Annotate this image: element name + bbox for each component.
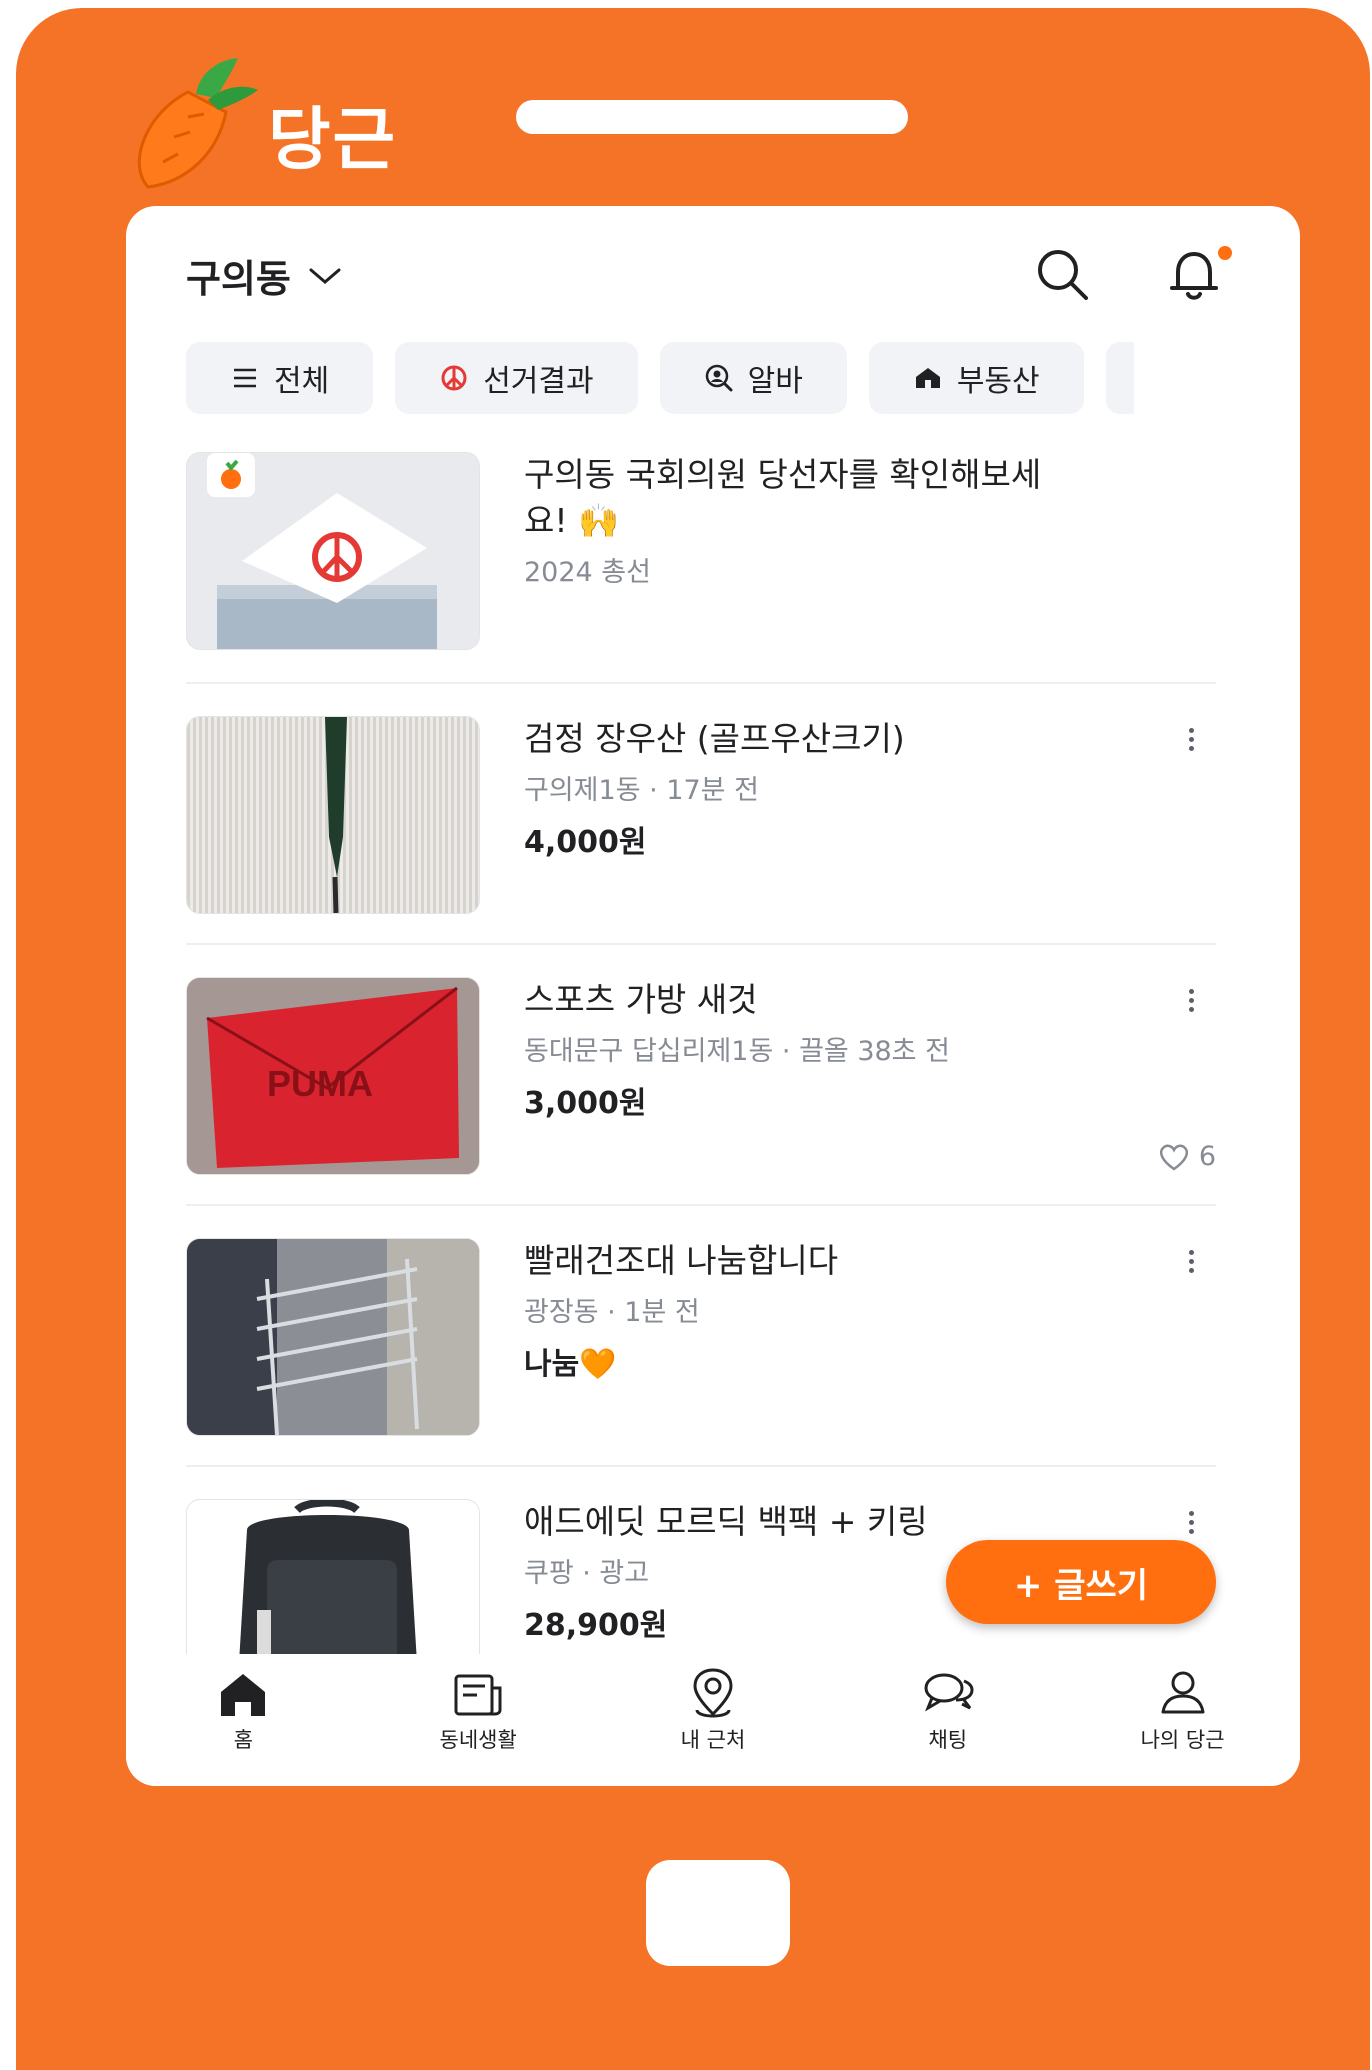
item-title: 스포츠 가방 새것 (524, 980, 758, 1019)
nav-item-chat[interactable]: 채팅 (830, 1654, 1065, 1786)
app-header: 구의동 (126, 206, 1300, 336)
nav-item-my-page[interactable]: 나의 당근 (1065, 1654, 1300, 1786)
write-post-button[interactable]: + 글쓰기 (946, 1540, 1216, 1624)
chip-label: 전체 (274, 364, 330, 399)
home-icon (221, 1674, 266, 1716)
item-thumbnail (186, 716, 480, 914)
drying-rack-image (187, 1239, 479, 1435)
chip-real-estate[interactable]: 부동산 (868, 342, 1084, 414)
chip-election[interactable]: 선거결과 (395, 342, 638, 414)
chip-label: 부동산 (956, 364, 1040, 399)
menu-icon (234, 368, 256, 388)
carrot-icon (137, 58, 258, 189)
app-screen: 구의동 전체 선거결과 알바 부동산 구의동 국회의원 당선자를 확인해보세요!… (126, 206, 1300, 1786)
sport-bag-image: PUMA (187, 978, 479, 1174)
item-thumbnail (186, 1238, 480, 1436)
location-pin-icon (693, 1668, 733, 1718)
search-icon[interactable] (1030, 242, 1094, 306)
item-price: 나눔🧡 (524, 1347, 617, 1382)
list-item[interactable]: PUMA 스포츠 가방 새것 동대문구 답십리제1동 · 끌올 38초 전 3,… (186, 945, 1216, 1206)
newspaper-icon (454, 1674, 502, 1716)
nav-label: 나의 당근 (1140, 1728, 1225, 1752)
list-item[interactable]: 빨래건조대 나눔합니다 광장동 · 1분 전 나눔🧡 (186, 1206, 1216, 1467)
like-count: 6 (1157, 1141, 1216, 1172)
speaker-slot (516, 100, 908, 134)
phone-frame: 당근 구의동 전체 선거결과 알바 부동산 구의동 국회의원 당선자를 확인해보… (16, 8, 1370, 2070)
item-meta: 동대문구 답십리제1동 · 끌올 38초 전 (524, 1036, 950, 1067)
svg-text:PUMA: PUMA (267, 1063, 373, 1104)
item-meta: 광장동 · 1분 전 (524, 1297, 700, 1328)
nav-label: 내 근처 (680, 1728, 746, 1752)
bottom-nav: 홈 동네생활 내 근처 채팅 나의 당근 (126, 1654, 1300, 1786)
bell-icon[interactable] (1162, 242, 1226, 306)
notification-dot (1218, 246, 1232, 260)
chip-more[interactable] (1105, 342, 1134, 414)
heart-icon (1159, 1144, 1188, 1171)
ballot-box-image (187, 453, 479, 649)
nav-label: 채팅 (928, 1728, 968, 1752)
nav-item-home[interactable]: 홈 (126, 1654, 361, 1786)
list-item[interactable]: 검정 장우산 (골프우산크기) 구의제1동 · 17분 전 4,000원 (186, 684, 1216, 945)
nav-item-nearby[interactable]: 내 근처 (596, 1654, 831, 1786)
item-title: 애드에딧 모르딕 백팩 + 키링 (524, 1502, 928, 1541)
chip-label: 선거결과 (483, 364, 594, 399)
more-options-icon[interactable] (1186, 985, 1196, 1016)
location-label: 구의동 (186, 257, 291, 301)
nav-item-neighborhood[interactable]: 동네생활 (361, 1654, 596, 1786)
brand-name: 당근 (268, 101, 398, 180)
item-price: 3,000원 (524, 1086, 647, 1121)
item-meta: 구의제1동 · 17분 전 (524, 775, 759, 806)
like-count-value: 6 (1198, 1141, 1216, 1172)
chip-jobs[interactable]: 알바 (659, 342, 847, 414)
election-banner[interactable]: 구의동 국회의원 당선자를 확인해보세요! 🙌 2024 총선 (186, 452, 1216, 684)
chevron-down-icon (309, 268, 341, 284)
nav-label: 홈 (233, 1728, 254, 1752)
location-selector[interactable]: 구의동 (186, 248, 343, 303)
banner-thumbnail (186, 452, 480, 650)
item-price: 4,000원 (524, 825, 647, 860)
nav-label: 동네생활 (439, 1728, 517, 1752)
umbrella-image (325, 717, 347, 913)
feed-list: 구의동 국회의원 당선자를 확인해보세요! 🙌 2024 총선 검정 장우산 (… (186, 452, 1216, 1726)
home-button[interactable] (646, 1860, 790, 1966)
person-icon (1161, 1671, 1205, 1714)
chip-label: 알바 (747, 364, 803, 399)
item-thumbnail: PUMA (186, 977, 480, 1175)
more-options-icon[interactable] (1186, 1246, 1196, 1277)
chip-all[interactable]: 전체 (186, 342, 374, 414)
banner-subtitle: 2024 총선 (524, 557, 651, 588)
item-title: 빨래건조대 나눔합니다 (524, 1241, 839, 1280)
item-title: 검정 장우산 (골프우산크기) (524, 719, 905, 758)
category-chips: 전체 선거결과 알바 부동산 (186, 342, 1134, 414)
person-search-icon (705, 364, 733, 392)
more-options-icon[interactable] (1186, 724, 1196, 755)
vote-icon (441, 365, 467, 391)
brand-logo: 당근 (108, 42, 428, 192)
banner-title: 구의동 국회의원 당선자를 확인해보세요! 🙌 (524, 455, 1042, 540)
chat-icon (924, 1673, 974, 1712)
house-icon (915, 368, 940, 388)
more-options-icon[interactable] (1186, 1507, 1196, 1538)
